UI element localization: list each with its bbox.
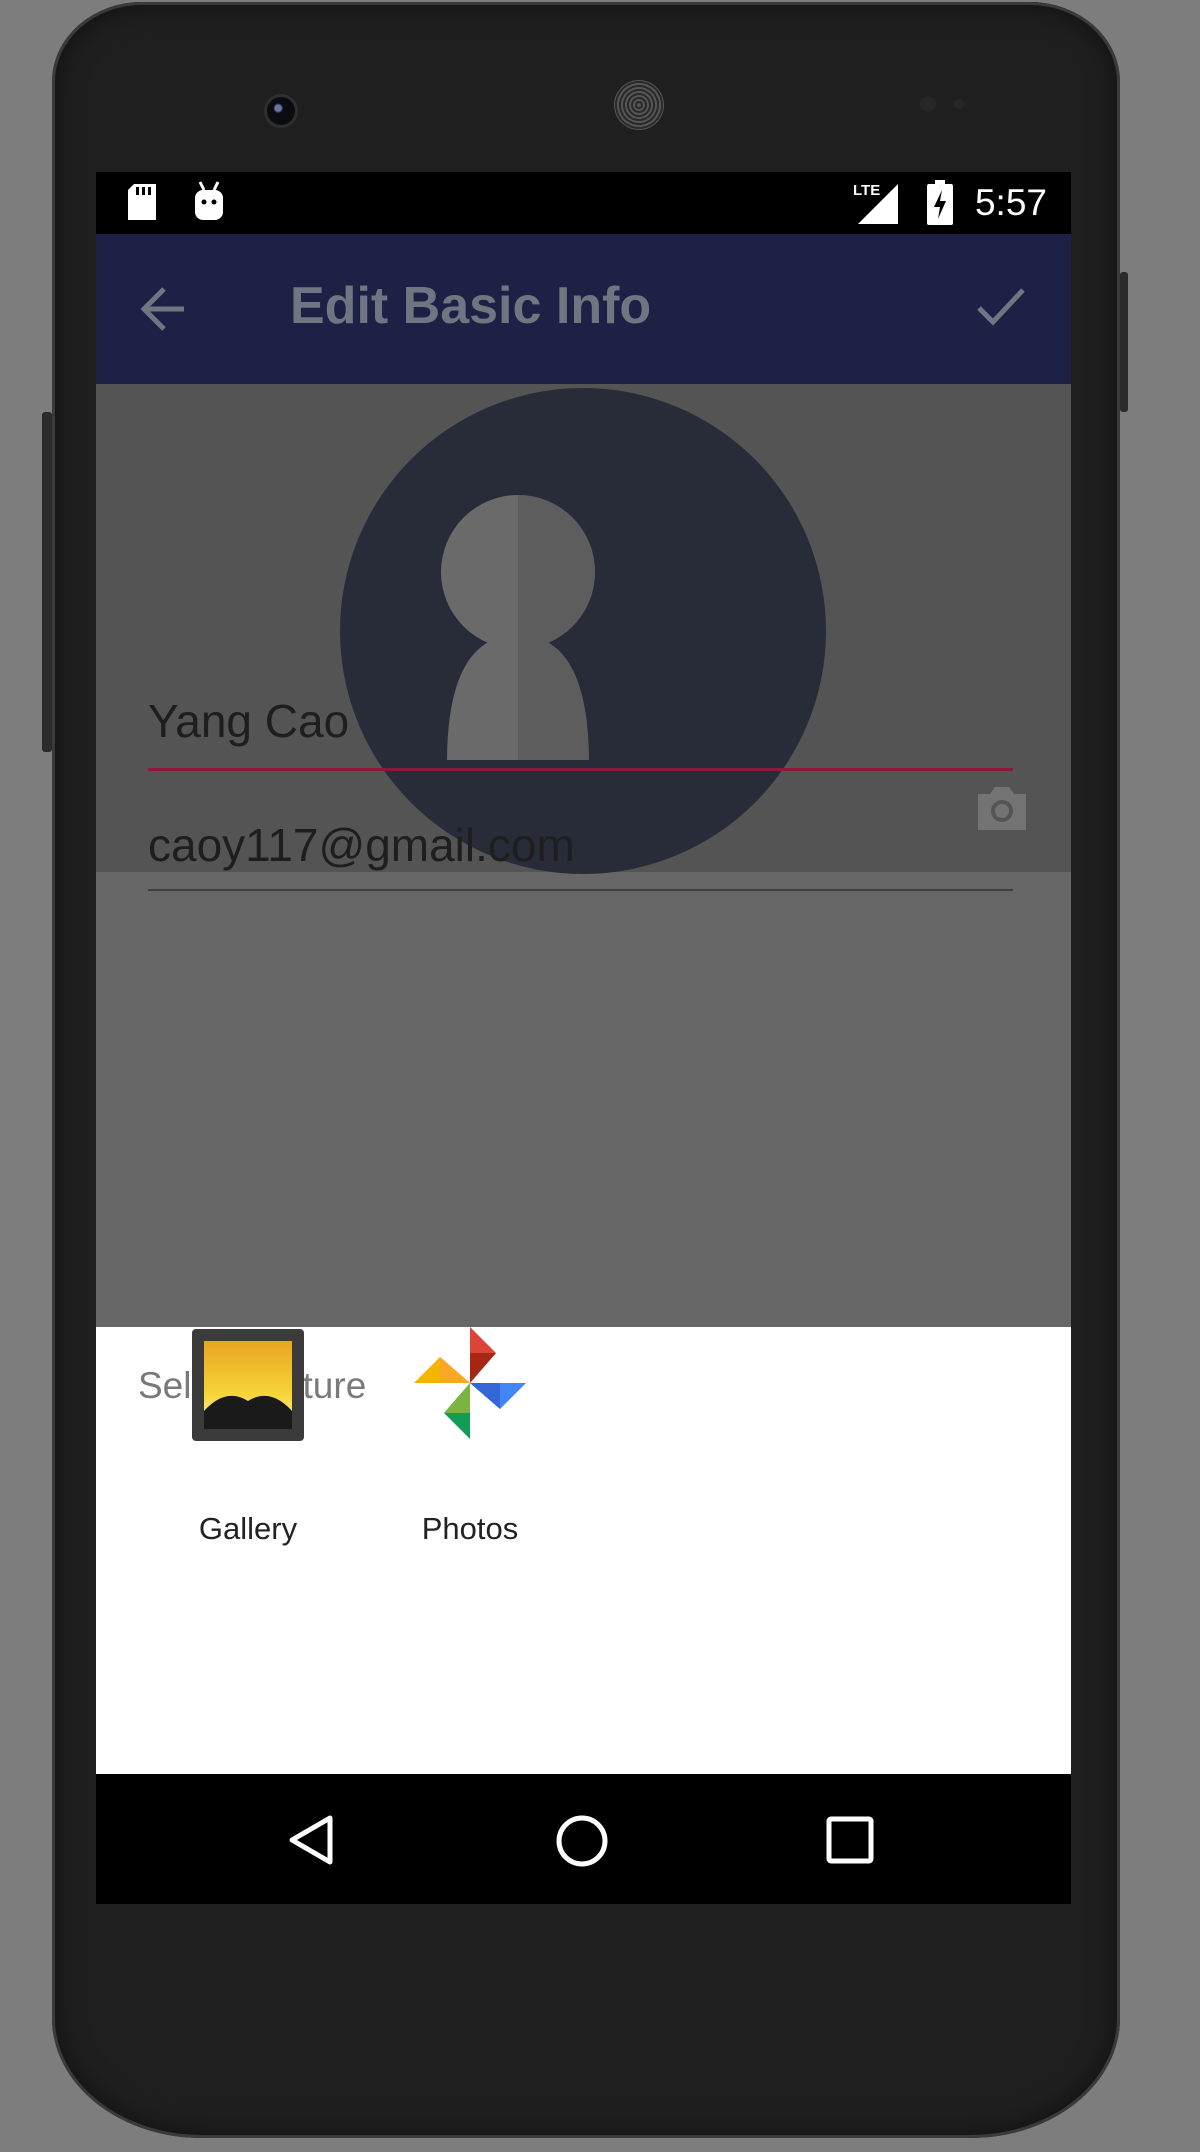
android-debug-icon	[195, 181, 223, 220]
recents-square-icon[interactable]	[826, 1816, 874, 1864]
status-bar: LTE 5:57	[96, 172, 1071, 234]
status-time: 5:57	[974, 182, 1047, 223]
navigation-bar	[96, 1774, 1071, 1904]
page-title: Edit Basic Info	[290, 277, 652, 335]
home-circle-icon[interactable]	[555, 1814, 609, 1868]
light-sensor	[954, 99, 964, 109]
gallery-app-icon	[192, 1329, 304, 1441]
front-camera	[264, 94, 298, 128]
earpiece-speaker	[614, 80, 664, 130]
proximity-sensor	[920, 96, 936, 112]
app-label-photos: Photos	[421, 1511, 519, 1546]
app-bar: Edit Basic Info	[96, 234, 1071, 384]
volume-button	[1120, 272, 1128, 412]
avatar[interactable]	[340, 388, 826, 874]
checkmark-icon[interactable]	[976, 286, 1026, 330]
email-field-underline	[148, 889, 1013, 891]
back-triangle-icon[interactable]	[286, 1814, 336, 1866]
name-field[interactable]: Yang Cao	[148, 694, 349, 748]
sd-card-icon	[128, 184, 156, 220]
device-screen: LTE 5:57 Edit Basic Info Yang Cao caoy11…	[96, 172, 1071, 1904]
app-label-gallery: Gallery	[198, 1511, 298, 1546]
power-button	[42, 412, 52, 752]
battery-charging-icon	[927, 180, 953, 225]
name-field-underline	[148, 768, 1013, 771]
email-field[interactable]: caoy117@gmail.com	[148, 818, 575, 872]
arrow-left-icon[interactable]	[140, 284, 190, 334]
lte-signal-icon	[858, 184, 898, 224]
google-photos-icon	[414, 1327, 526, 1439]
camera-icon[interactable]	[974, 784, 1030, 832]
select-picture-sheet: Select Picture Gallery Photos	[96, 1327, 1071, 1774]
person-placeholder-icon	[441, 495, 595, 764]
